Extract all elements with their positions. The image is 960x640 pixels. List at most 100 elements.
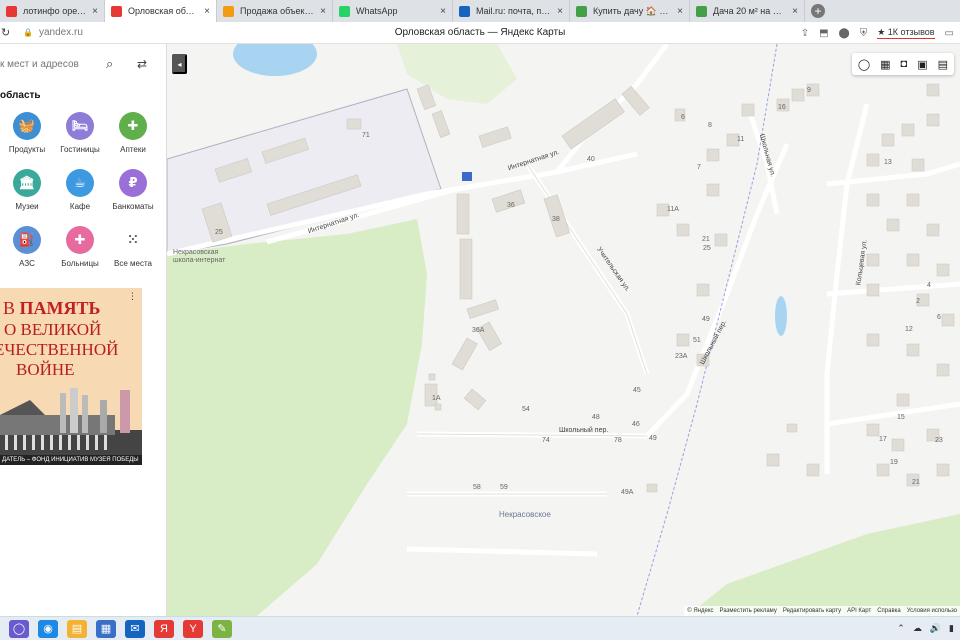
url-text[interactable]: yandex.ru [39, 27, 83, 38]
copyright-link[interactable]: Разместить рекламу [720, 608, 777, 614]
category-fuel[interactable]: ⛽ АЗС [2, 226, 52, 268]
category-cross[interactable]: ✚ Аптеки [108, 112, 158, 154]
house-number: 15 [897, 414, 905, 421]
place-label: Некрасовское [499, 510, 551, 519]
pond-east [775, 296, 787, 336]
category-cup[interactable]: ☕ Кафе [55, 169, 105, 211]
map-layer-controls: ◯ ▦ ◘ ▣ ▤ [851, 53, 954, 75]
house-number: 4 [927, 282, 931, 289]
tray-up-icon[interactable]: ⌃ [897, 623, 905, 634]
house-number: 16 [778, 104, 786, 111]
tab-close-icon[interactable]: × [557, 6, 563, 17]
category-label: Аптеки [120, 145, 146, 154]
tab-close-icon[interactable]: × [204, 6, 210, 17]
system-tray: ⌃ ☁ 🔊 ▮ [897, 616, 954, 640]
copyright-link[interactable]: Условия использо [907, 608, 957, 614]
edge-icon[interactable]: ◉ [38, 619, 58, 638]
search-icon[interactable]: ⌕ [106, 56, 113, 72]
category-hospital[interactable]: ✚ Больницы [55, 226, 105, 268]
browser-tab[interactable]: лотинфо орел — Яндекс × [0, 0, 105, 22]
category-ruble[interactable]: ₽ Банкоматы [108, 169, 158, 211]
tab-close-icon[interactable]: × [320, 6, 326, 17]
tab-close-icon[interactable]: × [792, 6, 798, 17]
house-number: 23А [675, 353, 688, 360]
search-input[interactable] [0, 58, 100, 70]
house-number: 12 [905, 326, 913, 333]
transport-icon[interactable]: ▣ [917, 58, 927, 71]
map-canvas[interactable]: ◂ ◯ ▦ ◘ ▣ ▤ Интернатная ул. Интернатная … [167, 44, 960, 616]
collapse-sidebar-button[interactable]: ◂ [172, 54, 187, 74]
explorer-icon[interactable]: ▤ [67, 619, 87, 638]
house-number: 38 [552, 216, 560, 223]
route-icon[interactable]: ⇄ [137, 57, 147, 71]
ruble-icon: ₽ [119, 169, 147, 197]
tab-favicon-icon [223, 5, 234, 17]
windows-taskbar: ◯ ◉ ▤ ▦ ✉ Я Y ✎ [0, 616, 960, 640]
banner-line-1: В ПАМЯТЬ [3, 298, 101, 318]
browser-tab[interactable]: WhatsApp × [333, 0, 453, 22]
reviews-link[interactable]: ★ 1К отзывов [877, 27, 935, 39]
category-basket[interactable]: 🧺 Продукты [2, 112, 52, 154]
category-bed[interactable]: 🛏 Гостиницы [55, 112, 105, 154]
cortana-icon[interactable]: ◯ [9, 619, 29, 638]
tab-title: Орловская область — Я [128, 6, 198, 16]
house-number: 74 [542, 437, 550, 444]
tab-favicon-icon [576, 5, 587, 17]
house-number: 17 [879, 436, 887, 443]
volume-icon[interactable]: 🔊 [930, 623, 941, 634]
network-icon[interactable]: ☁ [913, 623, 922, 634]
tab-title: WhatsApp [356, 6, 398, 16]
panorama-icon[interactable]: ▦ [880, 58, 890, 71]
tab-title: лотинфо орел — Яндекс [23, 6, 86, 16]
bookmark-icon[interactable]: ⬒ [819, 28, 828, 39]
copyright-link[interactable]: Редактировать карту [783, 608, 841, 614]
browser-tab[interactable]: Купить дачу 🏠 в Орловс × [570, 0, 690, 22]
banner-line-2: О ВЕЛИКОЙ [4, 320, 102, 339]
fuel-icon: ⛽ [13, 226, 41, 254]
banner-menu-icon[interactable]: ⋮ [128, 291, 137, 302]
house-number: 36А [472, 327, 485, 334]
category-museum[interactable]: 🏛 Музеи [2, 169, 52, 211]
browser-tab[interactable]: Дача 20 м² на участке 8 со × [690, 0, 805, 22]
forest-area [167, 219, 427, 616]
new-tab-button[interactable]: + [811, 4, 825, 18]
menu-icon[interactable]: ▭ [945, 28, 954, 39]
house-number: 58 [473, 484, 481, 491]
more-layers-icon[interactable]: ▤ [938, 58, 948, 71]
layers-icon[interactable]: ◯ [858, 58, 870, 71]
yandex-browser-icon[interactable]: Y [183, 619, 203, 638]
category-grid[interactable]: ⁙ Все места [108, 226, 158, 268]
house-number: 8 [708, 122, 712, 129]
store-icon[interactable]: ▦ [96, 619, 116, 638]
house-number: 13 [884, 159, 892, 166]
tab-title: Купить дачу 🏠 в Орловс [593, 5, 671, 16]
ad-banner[interactable]: ⋮ В ПАМЯТЬ О ВЕЛИКОЙ ЕЧЕСТВЕННОЙ ВОЙНЕ Д… [0, 288, 142, 465]
house-number: 71 [362, 132, 370, 139]
school-label: Некрасовская школа-интернат [173, 249, 226, 264]
house-number: 49А [621, 489, 634, 496]
camera-icon[interactable]: ◘ [901, 58, 908, 70]
paint-icon[interactable]: ✎ [212, 619, 232, 638]
tab-close-icon[interactable]: × [677, 6, 683, 17]
mail-icon[interactable]: ✉ [125, 619, 145, 638]
copyright-link[interactable]: Справка [877, 608, 901, 614]
share-icon[interactable]: ⇪ [801, 28, 809, 39]
address-actions: ⇪ ⬒ ⬤ ⛨ ★ 1К отзывов ▭ [801, 22, 954, 44]
tab-close-icon[interactable]: × [92, 6, 98, 17]
copyright-link[interactable]: API Карт [847, 608, 871, 614]
lock-icon[interactable]: 🔒 [23, 28, 35, 37]
location-icon[interactable]: ⬤ [839, 28, 850, 39]
browser-tab[interactable]: Орловская область — Я × [105, 0, 217, 22]
house-number: 21 [912, 479, 920, 486]
house-number: 21 [702, 236, 710, 243]
browser-tab[interactable]: Mail.ru: почта, поиск в инт × [453, 0, 570, 22]
protect-icon[interactable]: ⛨ [860, 28, 868, 39]
house-number: 59 [500, 484, 508, 491]
yandex-icon[interactable]: Я [154, 619, 174, 638]
house-number: 1А [432, 395, 441, 402]
reload-icon[interactable]: ↻ [1, 26, 15, 39]
browser-tab[interactable]: Продажа объекта недвиж × [217, 0, 333, 22]
hospital-icon: ✚ [66, 226, 94, 254]
tab-close-icon[interactable]: × [440, 6, 446, 17]
battery-icon[interactable]: ▮ [949, 623, 954, 634]
